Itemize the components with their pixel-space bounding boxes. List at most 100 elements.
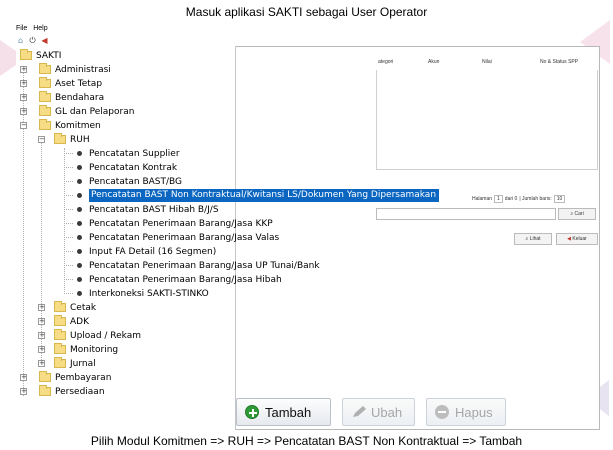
pager-of-label: dari 0 [504, 196, 518, 202]
folder-icon [54, 343, 66, 354]
tree-node-jurnal[interactable]: + Jurnal [38, 357, 96, 370]
tree-label: Pencatatan BAST/BG [89, 176, 183, 187]
tree-item-kkp[interactable]: Pencatatan Penerimaan Barang/Jasa KKP [64, 217, 273, 230]
tree-node-upload[interactable]: + Upload / Rekam [38, 329, 141, 342]
bullet-icon [77, 207, 82, 212]
tree-node-administrasi[interactable]: + Administrasi [20, 63, 111, 76]
bullet-icon [77, 165, 82, 170]
search-icon: ⌕ [570, 211, 574, 217]
rows-select[interactable]: 10 [553, 195, 566, 203]
tree-item-stinko[interactable]: Interkoneksi SAKTI-STINKO [64, 287, 209, 300]
tree-node-gl[interactable]: + GL dan Pelaporan [20, 105, 134, 118]
expand-icon[interactable]: + [38, 332, 45, 339]
tree-node-persediaan[interactable]: + Persediaan [20, 385, 105, 398]
tree-item-bast-hibah[interactable]: Pencatatan BAST Hibah B/J/S [64, 203, 219, 216]
tree-label: Interkoneksi SAKTI-STINKO [89, 288, 209, 299]
cari-button[interactable]: ⌕ Cari [558, 208, 596, 220]
grid-header: ategori Akun Nilai No & Status SPP [376, 59, 598, 69]
collapse-icon[interactable]: − [38, 136, 45, 143]
tree-connector [64, 223, 73, 224]
tree-item-hibah[interactable]: Pencatatan Penerimaan Barang/Jasa Hibah [64, 273, 282, 286]
power-icon[interactable]: ⏻ [28, 36, 37, 45]
tree-node-ruh[interactable]: − RUH [38, 133, 90, 146]
expand-icon[interactable]: + [20, 80, 27, 87]
remove-icon [435, 405, 449, 419]
tree-node-root[interactable]: SAKTI [20, 49, 61, 62]
tree-node-cetak[interactable]: + Cetak [38, 301, 96, 314]
cari-label: Cari [574, 211, 584, 217]
tree-node-aset-tetap[interactable]: + Aset Tetap [20, 77, 102, 90]
bullet-icon [77, 277, 82, 282]
menu-help[interactable]: Help [33, 25, 47, 32]
tree-item-bast-bg[interactable]: Pencatatan BAST/BG [64, 175, 182, 188]
bullet-icon [77, 235, 82, 240]
pager-halaman-label: Halaman [472, 196, 493, 202]
tree-label: Jurnal [70, 358, 96, 369]
tree-label: Aset Tetap [55, 78, 103, 89]
folder-icon [20, 49, 32, 60]
bullet-icon [77, 291, 82, 296]
tree-item-kontrak[interactable]: Pencatatan Kontrak [64, 161, 177, 174]
tree-label: Pencatatan Penerimaan Barang/Jasa Valas [89, 232, 280, 243]
expand-icon[interactable]: + [20, 94, 27, 101]
expand-icon[interactable]: + [38, 346, 45, 353]
expand-icon[interactable]: + [38, 360, 45, 367]
tree-node-bendahara[interactable]: + Bendahara [20, 91, 104, 104]
hapus-label: Hapus [455, 404, 493, 420]
tambah-label: Tambah [265, 404, 312, 420]
tree-label: Input FA Detail (16 Segmen) [89, 246, 217, 257]
expand-icon[interactable]: + [38, 304, 45, 311]
tree-node-komitmen[interactable]: − Komitmen [20, 119, 101, 132]
menu-file[interactable]: File [16, 25, 27, 32]
page-input[interactable]: 1 [494, 195, 503, 203]
tree-item-up-tunai[interactable]: Pencatatan Penerimaan Barang/Jasa UP Tun… [64, 259, 320, 272]
keluar-label: Keluar [572, 236, 587, 242]
logout-icon[interactable]: ◀ [40, 36, 49, 45]
lihat-button[interactable]: ⌕ Lihat [514, 233, 552, 245]
folder-icon [54, 315, 66, 326]
menubar: File Help [16, 25, 52, 32]
folder-icon [39, 77, 51, 88]
tree-node-pembayaran[interactable]: + Pembayaran [20, 371, 111, 384]
tree-item-bast-non-kontraktual[interactable]: Pencatatan BAST Non Kontraktual/Kwitansi… [64, 189, 440, 202]
data-grid[interactable] [376, 70, 598, 170]
folder-icon [54, 301, 66, 312]
search-icon: ⌕ [525, 236, 529, 242]
expand-icon[interactable]: + [20, 388, 27, 395]
ubah-button[interactable]: Ubah [342, 398, 415, 426]
tree-connector [64, 237, 73, 238]
collapse-icon[interactable]: − [20, 122, 27, 129]
add-icon [245, 405, 259, 419]
bullet-icon [77, 263, 82, 268]
tree-label: Pencatatan Kontrak [89, 162, 178, 173]
tree-label: ADK [70, 316, 89, 327]
expand-icon[interactable]: + [20, 374, 27, 381]
expand-icon[interactable]: + [20, 108, 27, 115]
tree-label: Pencatatan Supplier [89, 148, 180, 159]
tree-item-supplier[interactable]: Pencatatan Supplier [64, 147, 180, 160]
tree-label: Persediaan [55, 386, 105, 397]
toolbar: ⌂ ⏻ ◀ [16, 36, 49, 46]
bullet-icon [77, 151, 82, 156]
tree-label: Pencatatan BAST Hibah B/J/S [89, 204, 219, 215]
expand-icon[interactable]: + [20, 66, 27, 73]
search-input[interactable] [376, 208, 556, 220]
hapus-button[interactable]: Hapus [426, 398, 506, 426]
folder-icon [39, 119, 51, 130]
bullet-icon [77, 179, 82, 184]
tree-item-valas[interactable]: Pencatatan Penerimaan Barang/Jasa Valas [64, 231, 279, 244]
tree-connector [64, 251, 73, 252]
tree-connector [64, 279, 73, 280]
keluar-button[interactable]: ◀ Keluar [556, 233, 598, 245]
tree-item-fa-detail[interactable]: Input FA Detail (16 Segmen) [64, 245, 216, 258]
tree-node-adk[interactable]: + ADK [38, 315, 89, 328]
tambah-button[interactable]: Tambah [236, 398, 331, 426]
expand-icon[interactable]: + [38, 318, 45, 325]
tree-node-monitoring[interactable]: + Monitoring [38, 343, 118, 356]
home-icon[interactable]: ⌂ [16, 36, 25, 45]
folder-icon [54, 329, 66, 340]
tree-label: Pencatatan Penerimaan Barang/Jasa Hibah [89, 274, 282, 285]
folder-icon [39, 105, 51, 116]
lihat-label: Lihat [529, 236, 541, 242]
tree-label: RUH [70, 134, 90, 145]
